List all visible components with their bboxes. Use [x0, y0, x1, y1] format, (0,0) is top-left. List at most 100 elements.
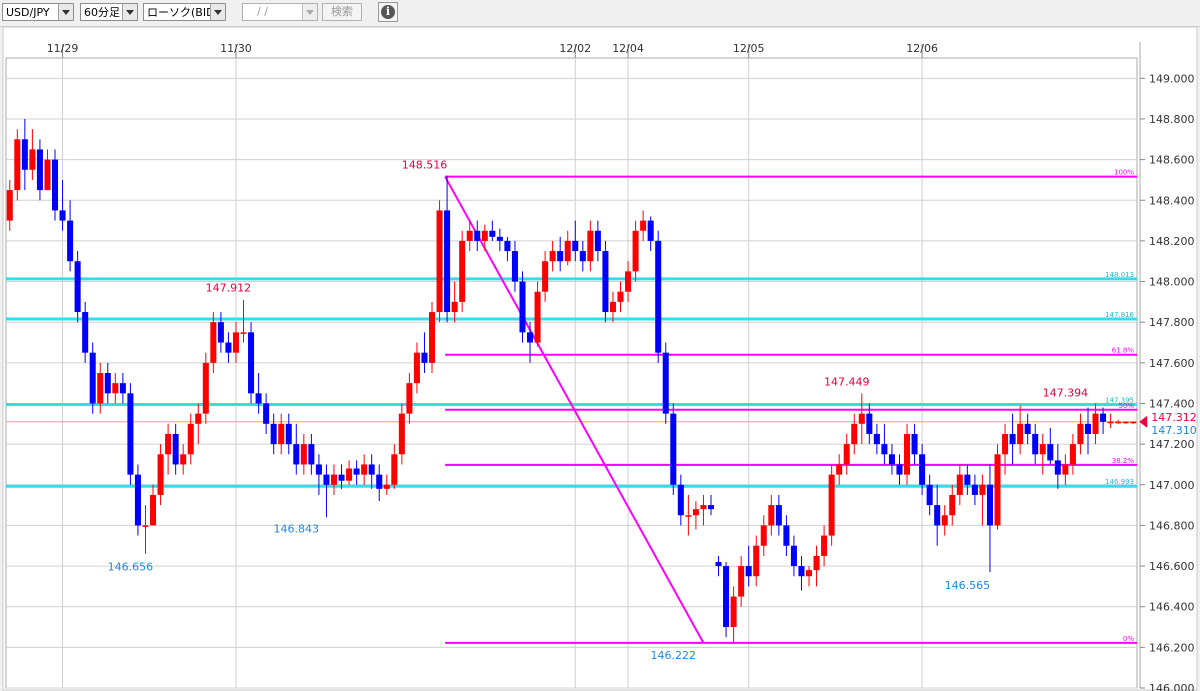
candle-down [594, 230, 601, 252]
candle-up [1130, 421, 1137, 424]
candle-up [232, 332, 239, 353]
candle-down [21, 139, 28, 170]
y-tick-label: 146.400 [1149, 601, 1195, 614]
price-chart[interactable]: 146.000 146.200 146.400 146.600 146.800 147.0… [0, 0, 1200, 691]
candle-down [707, 505, 715, 510]
candle-down [964, 474, 971, 485]
candle-down [971, 484, 978, 495]
candle-down [783, 525, 790, 546]
price-annotation: 148.516 [402, 159, 448, 172]
candle-up [858, 413, 865, 424]
candle-up [300, 444, 307, 465]
candle-down [248, 332, 255, 394]
candle-up [278, 423, 285, 445]
level-label: 148.013 [1105, 271, 1134, 279]
candle-up [202, 362, 209, 414]
y-tick-label: 147.600 [1149, 357, 1195, 370]
candle-down [798, 566, 805, 577]
candle-up [760, 525, 767, 546]
y-tick-label: 149.000 [1149, 72, 1195, 85]
fib-level-label: 61.8% [1112, 347, 1135, 355]
candle-down [82, 312, 89, 353]
x-tick-label: 11/29 [47, 42, 79, 55]
candle-up [700, 505, 707, 510]
candle-down [36, 149, 43, 191]
candle-up [157, 454, 164, 495]
candle-up [1107, 421, 1114, 424]
y-tick-label: 146.800 [1149, 519, 1195, 532]
fib-level-label: 50% [1118, 402, 1134, 410]
y-tick-label: 148.000 [1149, 276, 1195, 289]
candle-down [934, 505, 941, 526]
candle-down [926, 484, 933, 506]
candle-up [805, 570, 813, 577]
candle-up [1115, 421, 1122, 424]
plot-area [5, 57, 1138, 689]
level-label: 147.816 [1105, 311, 1134, 319]
candle-up [1039, 444, 1046, 455]
y-tick-label: 147.800 [1149, 316, 1195, 329]
candle-down [127, 393, 134, 475]
x-tick-label: 12/02 [559, 42, 591, 55]
candle-down [368, 464, 375, 475]
candle-down [745, 566, 752, 577]
y-tick-label: 147.000 [1149, 479, 1195, 492]
candle-up [609, 301, 616, 313]
candle-down [217, 322, 224, 343]
price-annotation: 146.843 [274, 523, 320, 536]
candle-down [293, 444, 300, 465]
candle-down [1009, 433, 1016, 445]
ask-price-tag: 147.312 [1151, 411, 1197, 424]
candle-down [263, 403, 270, 424]
candle-down [67, 220, 74, 262]
candle-up [941, 515, 948, 526]
candle-down [1024, 423, 1031, 434]
candle-up [836, 464, 843, 475]
candle-down [444, 210, 451, 313]
candle-up [240, 332, 247, 334]
candle-up [195, 413, 202, 424]
price-annotation: 146.565 [945, 579, 991, 592]
candle-down [496, 236, 503, 241]
candle-up [187, 423, 194, 455]
candle-up [142, 525, 149, 527]
candle-up [1017, 423, 1024, 445]
candle-up [828, 474, 835, 536]
candle-up [6, 190, 13, 221]
candle-down [647, 220, 654, 241]
x-tick-label: 12/05 [733, 42, 765, 55]
candle-up [587, 230, 594, 262]
candle-down [511, 251, 518, 282]
candle-down [104, 373, 111, 394]
candle-up [692, 509, 699, 516]
candle-down [134, 474, 141, 526]
candle-down [421, 352, 428, 363]
candle-down [172, 433, 179, 465]
candle-down [504, 240, 511, 252]
candle-up [564, 240, 571, 262]
candle-up [44, 159, 51, 191]
candle-down [1047, 444, 1054, 461]
candle-up [451, 301, 458, 313]
candle-up [1002, 433, 1009, 455]
candle-down [474, 230, 481, 241]
level-label: 146.993 [1105, 478, 1134, 486]
candle-down [308, 444, 315, 465]
y-tick-label: 147.200 [1149, 438, 1195, 451]
candle-down [376, 474, 383, 489]
y-tick-label: 148.600 [1149, 154, 1195, 167]
candle-up [406, 383, 413, 414]
candle-up [459, 240, 466, 302]
candle-up [534, 291, 541, 343]
candle-down [881, 444, 888, 455]
candle-up [685, 515, 692, 517]
y-tick-label: 148.800 [1149, 113, 1195, 126]
candle-up [398, 413, 405, 455]
candle-down [911, 433, 918, 455]
candle-down [873, 433, 880, 445]
candle-down [353, 468, 360, 475]
candle-down [74, 261, 81, 313]
candle-down [338, 474, 345, 481]
candle-down [986, 484, 993, 526]
candle-up [549, 251, 556, 262]
